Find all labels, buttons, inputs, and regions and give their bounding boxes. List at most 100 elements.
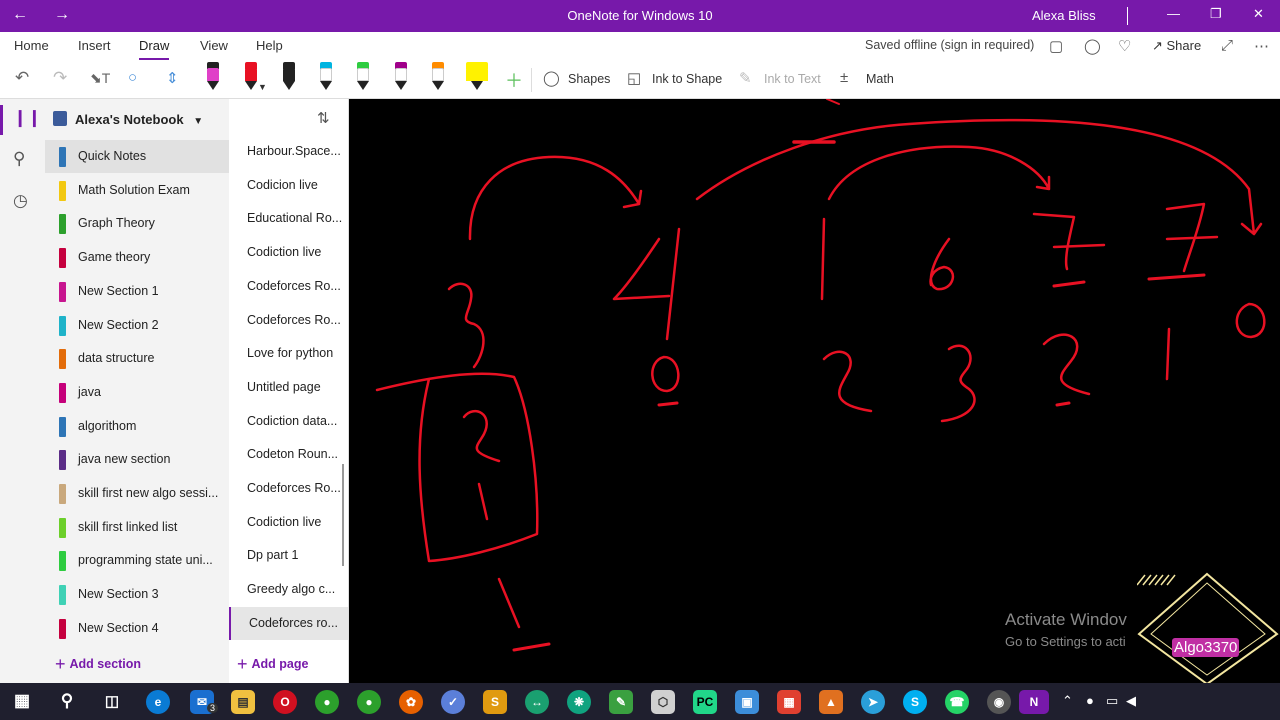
more-options-icon[interactable]: ⋯ [1254, 37, 1269, 55]
page-item[interactable]: Codeton Roun... [229, 438, 348, 471]
pen-black[interactable] [280, 62, 298, 92]
pycharm-icon[interactable]: PC [693, 690, 717, 714]
skype-icon[interactable]: S [903, 690, 927, 714]
section-item[interactable]: java new section [45, 443, 229, 476]
edge-icon[interactable]: e [146, 690, 170, 714]
page-item[interactable]: Codiction live [229, 236, 348, 269]
tab-help[interactable]: Help [256, 38, 283, 53]
ink-to-text-button[interactable]: Ink to Text [764, 72, 821, 86]
pen-orange-galaxy[interactable] [429, 62, 447, 92]
shapes-button[interactable]: Shapes [568, 72, 610, 86]
ink-to-shape-button[interactable]: Ink to Shape [652, 72, 722, 86]
page-item[interactable]: Codicion live [229, 169, 348, 202]
page-item[interactable]: Love for python [229, 337, 348, 370]
chrome-profile-icon[interactable]: ● [357, 690, 381, 714]
recent-clock-icon[interactable]: ◷ [13, 191, 28, 211]
pen-green[interactable] [354, 62, 372, 92]
lasso-select-icon[interactable]: ⬊T [90, 70, 110, 87]
add-page-button[interactable]: + Add page [237, 654, 308, 675]
chrome-icon[interactable]: ● [315, 690, 339, 714]
battery-icon[interactable]: ▭ [1106, 693, 1118, 709]
sync-status[interactable]: Saved offline (sign in required) [865, 38, 1034, 52]
add-section-button[interactable]: + Add section [55, 654, 141, 675]
page-item[interactable]: Codeforces Ro... [229, 304, 348, 337]
tray-chevron-icon[interactable]: ⌃ [1062, 693, 1073, 709]
notebook-picker[interactable]: Alexa's Notebook ▼ [53, 111, 203, 127]
lightbulb-icon[interactable]: ◯ [1084, 37, 1101, 55]
chevron-down-icon[interactable]: ▼ [258, 82, 267, 92]
tab-draw[interactable]: Draw [139, 38, 170, 60]
file-explorer-icon[interactable]: ▤ [231, 690, 255, 714]
tab-view[interactable]: View [200, 38, 228, 53]
search-icon[interactable]: ⚲ [55, 690, 79, 714]
math-button[interactable]: Math [866, 72, 894, 86]
page-item[interactable]: Untitled page [229, 371, 348, 404]
code-app-icon[interactable]: ↔ [525, 690, 549, 714]
restore-icon[interactable]: ❐ [1210, 6, 1222, 22]
undo-icon[interactable]: ↶ [15, 68, 29, 88]
redo-icon[interactable]: ↷ [53, 68, 67, 88]
section-item[interactable]: Math Solution Exam [45, 174, 229, 207]
firefox-icon[interactable]: ✿ [399, 690, 423, 714]
pen-pink[interactable] [204, 62, 222, 92]
pages-scrollbar[interactable] [342, 464, 344, 566]
page-item[interactable]: Codiction data... [229, 405, 348, 438]
windows-start-icon[interactable]: ▦ [10, 690, 34, 714]
sublime-icon[interactable]: S [483, 690, 507, 714]
search-icon[interactable]: ⚲ [13, 149, 25, 169]
minimize-icon[interactable]: — [1167, 6, 1180, 21]
section-item[interactable]: New Section 3 [45, 578, 229, 611]
page-item[interactable]: Educational Ro... [229, 202, 348, 235]
store-icon[interactable]: ▦ [777, 690, 801, 714]
page-item[interactable]: Codiction live [229, 506, 348, 539]
section-item[interactable]: data structure [45, 342, 229, 375]
section-item[interactable]: New Section 1 [45, 275, 229, 308]
notepad-icon[interactable]: ✎ [609, 690, 633, 714]
section-item[interactable]: New Section 2 [45, 309, 229, 342]
user-name[interactable]: Alexa Bliss [1032, 8, 1096, 23]
telegram-icon[interactable]: ➤ [861, 690, 885, 714]
task-view-icon[interactable]: ◫ [100, 690, 124, 714]
onenote-icon[interactable]: N [1019, 690, 1049, 714]
photos-icon[interactable]: ▣ [735, 690, 759, 714]
section-item[interactable]: skill first new algo sessi... [45, 477, 229, 510]
lasso-icon[interactable]: ○ [128, 69, 137, 86]
check-app-icon[interactable]: ✓ [441, 690, 465, 714]
page-item[interactable]: Greedy algo c... [229, 573, 348, 606]
page-item[interactable]: Dp part 1 [229, 539, 348, 572]
highlighter-yellow[interactable] [464, 62, 490, 92]
tab-insert[interactable]: Insert [78, 38, 111, 53]
expand-icon[interactable]: ⤢ [1221, 37, 1233, 54]
sort-icon[interactable]: ⇅ [317, 109, 330, 127]
opera-icon[interactable]: O [273, 690, 297, 714]
add-space-icon[interactable]: ⇕ [166, 69, 179, 87]
close-icon[interactable]: ✕ [1253, 6, 1264, 22]
section-item[interactable]: skill first linked list [45, 511, 229, 544]
box-app-icon[interactable]: ⬡ [651, 690, 675, 714]
section-item[interactable]: algorithom [45, 410, 229, 443]
section-item[interactable]: New Section 4 [45, 612, 229, 645]
share-button[interactable]: ↗ Share [1152, 38, 1201, 54]
page-item[interactable]: Codeforces Ro... [229, 472, 348, 505]
page-item[interactable]: Harbour.Space... [229, 135, 348, 168]
ink-canvas[interactable]: Activate Windov Go to Settings to acti A… [349, 99, 1280, 683]
microphone-icon[interactable]: ● [1086, 693, 1094, 708]
whatsapp-icon[interactable]: ☎ [945, 690, 969, 714]
chatgpt-icon[interactable]: ❋ [567, 690, 591, 714]
bell-icon[interactable]: ♡ [1118, 37, 1131, 55]
add-pen-icon[interactable]: ＋ [505, 67, 523, 93]
volume-icon[interactable]: ◀ [1126, 693, 1136, 709]
page-item[interactable]: Codeforces ro... [229, 606, 348, 640]
matlab-icon[interactable]: ▲ [819, 690, 843, 714]
section-item[interactable]: programming state uni... [45, 544, 229, 577]
section-item[interactable]: Game theory [45, 241, 229, 274]
section-item[interactable]: Quick Notes [45, 140, 229, 173]
section-item[interactable]: java [45, 376, 229, 409]
page-view-icon[interactable]: ▢ [1049, 37, 1063, 55]
pen-cyan[interactable] [317, 62, 335, 92]
page-item[interactable]: Codeforces Ro... [229, 270, 348, 303]
tab-home[interactable]: Home [14, 38, 49, 53]
obs-icon[interactable]: ◉ [987, 690, 1011, 714]
section-item[interactable]: Graph Theory [45, 207, 229, 240]
pen-purple[interactable] [392, 62, 410, 92]
